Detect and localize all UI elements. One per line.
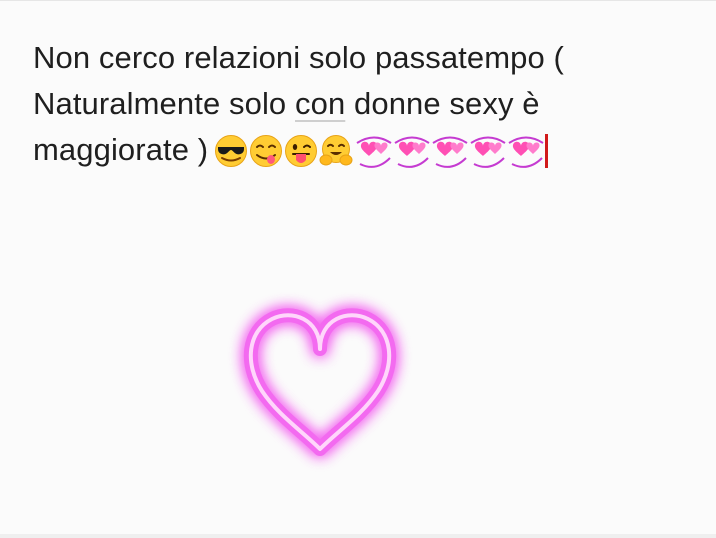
- message-line-2-end: donne sexy è: [345, 86, 540, 121]
- message-line-2-start: Naturalmente solo: [33, 86, 295, 121]
- two-hearts-emoji: [506, 134, 546, 168]
- text-cursor: [545, 134, 549, 168]
- two-hearts-emoji: [430, 134, 470, 168]
- message-line-3-text: maggiorate ): [33, 132, 209, 167]
- bottom-divider: [0, 534, 716, 538]
- message-editor[interactable]: Non cerco relazioni solo passatempo ( Na…: [0, 0, 716, 538]
- message-line-2: Naturalmente solo con donne sexy è: [33, 81, 693, 127]
- message-text-area[interactable]: Non cerco relazioni solo passatempo ( Na…: [33, 35, 693, 173]
- two-hearts-emoji: [468, 134, 508, 168]
- two-hearts-emoji: [392, 134, 432, 168]
- two-hearts-emoji-group: [354, 134, 544, 168]
- spellcheck-word[interactable]: con: [295, 86, 345, 121]
- tongue-wink-face-emoji: [284, 134, 318, 168]
- message-line-3: maggiorate ): [33, 127, 693, 173]
- message-line-1: Non cerco relazioni solo passatempo (: [33, 40, 564, 75]
- neon-heart-sticker: [222, 297, 418, 465]
- sunglasses-face-emoji: [214, 134, 248, 168]
- yum-face-emoji: [249, 134, 283, 168]
- emoji-row: [214, 134, 549, 168]
- hugging-face-emoji: [319, 134, 353, 168]
- two-hearts-emoji: [354, 134, 394, 168]
